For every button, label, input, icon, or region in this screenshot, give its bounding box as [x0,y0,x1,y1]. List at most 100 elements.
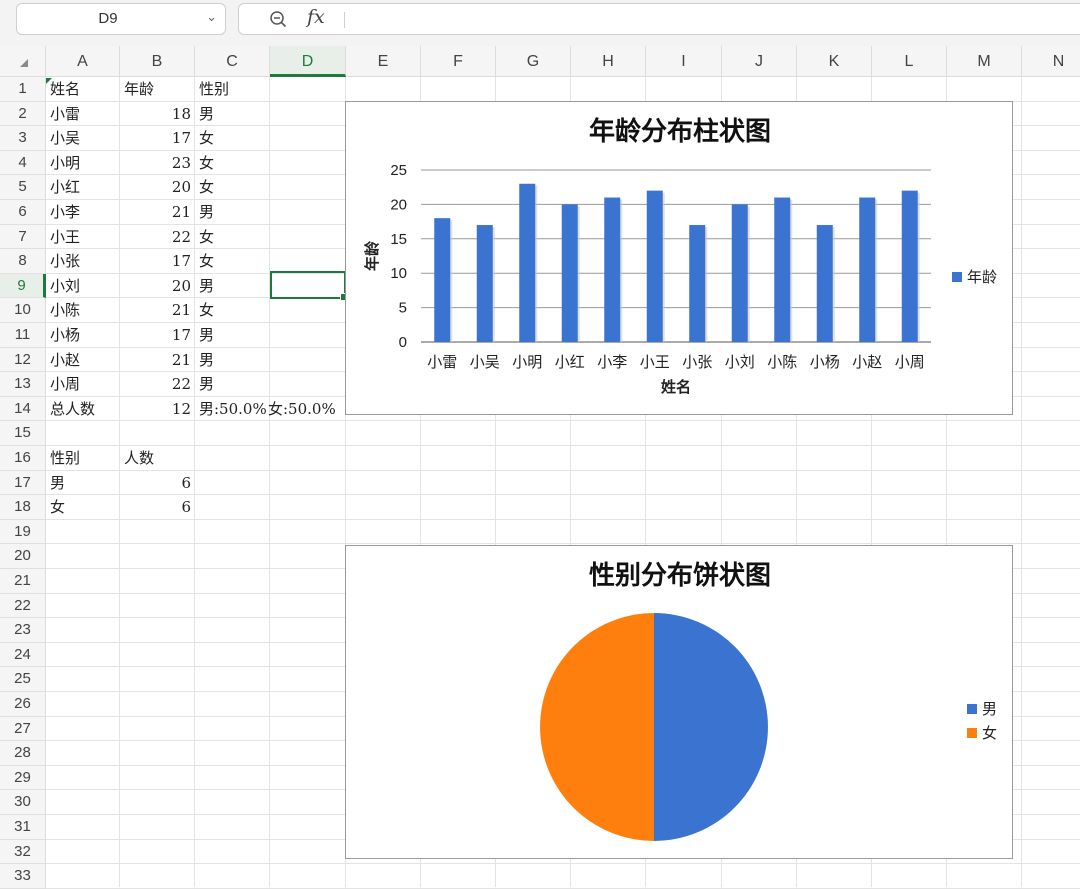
row-header-33[interactable]: 33 [0,864,46,889]
age-cell[interactable]: 22 [120,225,191,249]
row-header-22[interactable]: 22 [0,593,46,619]
age-cell[interactable]: 20 [120,274,191,298]
formula-input[interactable] [353,10,1057,32]
gender-cell[interactable]: 男 [199,372,214,396]
age-cell[interactable]: 23 [120,151,191,175]
bar[interactable] [604,197,621,342]
row-header-25[interactable]: 25 [0,667,46,692]
row-header-28[interactable]: 28 [0,741,46,766]
gender-cell[interactable]: 男 [199,200,214,224]
age-cell[interactable]: 18 [120,102,191,126]
name-cell[interactable]: 小吴 [50,126,80,150]
row-header-23[interactable]: 23 [0,618,46,643]
name-cell[interactable]: 小周 [50,372,80,396]
header-cell-name[interactable]: 姓名 [50,77,80,101]
summary-gender-cell[interactable]: 女 [50,495,65,519]
gender-cell[interactable]: 女 [199,249,214,273]
row-header-7[interactable]: 7 [0,224,46,250]
header-cell-age[interactable]: 年龄 [124,77,154,101]
row-header-1[interactable]: 1 [0,77,46,102]
row-header-26[interactable]: 26 [0,692,46,717]
column-header-b[interactable]: B [120,46,195,77]
row-header-21[interactable]: 21 [0,569,46,594]
male-percent-cell[interactable]: 男:50.0% [199,397,267,421]
row-header-5[interactable]: 5 [0,175,46,200]
header-cell-gender[interactable]: 性别 [199,77,229,101]
total-count-cell[interactable]: 12 [120,397,191,421]
pie-slice[interactable] [654,613,768,841]
row-header-17[interactable]: 17 [0,470,46,496]
age-cell[interactable]: 22 [120,372,191,396]
summary-count-cell[interactable]: 6 [120,495,191,519]
row-header-11[interactable]: 11 [0,323,46,348]
name-cell[interactable]: 小杨 [50,323,80,347]
row-header-10[interactable]: 10 [0,298,46,323]
row-header-6[interactable]: 6 [0,200,46,225]
gender-cell[interactable]: 男 [199,102,214,126]
column-header-j[interactable]: J [722,46,797,77]
gender-cell[interactable]: 女 [199,225,214,249]
total-label-cell[interactable]: 总人数 [50,397,95,421]
pie-slice[interactable] [540,613,654,841]
row-header-29[interactable]: 29 [0,765,46,791]
row-header-3[interactable]: 3 [0,126,46,151]
row-header-16[interactable]: 16 [0,446,46,471]
column-header-e[interactable]: E [346,46,421,77]
row-header-19[interactable]: 19 [0,519,46,545]
column-header-l[interactable]: L [872,46,947,77]
name-cell[interactable]: 小陈 [50,298,80,322]
column-header-n[interactable]: N [1022,46,1080,77]
gender-cell[interactable]: 女 [199,298,214,322]
gender-cell[interactable]: 女 [199,151,214,175]
gender-pie-chart[interactable]: 性别分布饼状图男女 [345,545,1013,859]
row-header-9[interactable]: 9 [0,273,46,299]
summary-header-gender[interactable]: 性别 [50,446,80,470]
row-header-13[interactable]: 13 [0,372,46,397]
summary-header-count[interactable]: 人数 [124,446,154,470]
name-cell[interactable]: 小刘 [50,274,80,298]
row-header-12[interactable]: 12 [0,347,46,373]
age-cell[interactable]: 17 [120,249,191,273]
gender-cell[interactable]: 男 [199,274,214,298]
bar[interactable] [646,190,663,342]
zoom-out-icon[interactable] [269,10,287,28]
bar[interactable] [774,197,791,342]
age-cell[interactable]: 17 [120,126,191,150]
gender-cell[interactable]: 男 [199,323,214,347]
row-header-30[interactable]: 30 [0,790,46,815]
column-header-h[interactable]: H [571,46,646,77]
row-header-27[interactable]: 27 [0,716,46,742]
select-all-corner[interactable] [0,46,46,77]
name-cell[interactable]: 小明 [50,151,80,175]
row-header-31[interactable]: 31 [0,815,46,840]
bar[interactable] [561,204,578,342]
bar[interactable] [519,183,536,342]
gender-cell[interactable]: 女 [199,126,214,150]
summary-gender-cell[interactable]: 男 [50,471,65,495]
age-cell[interactable]: 21 [120,348,191,372]
bar[interactable] [901,190,918,342]
row-header-15[interactable]: 15 [0,421,46,446]
bar[interactable] [731,204,748,342]
row-header-4[interactable]: 4 [0,150,46,176]
female-percent-cell[interactable]: 女:50.0% [268,397,336,421]
bar[interactable] [689,225,706,342]
row-header-8[interactable]: 8 [0,249,46,274]
name-cell[interactable]: 小赵 [50,348,80,372]
row-header-14[interactable]: 14 [0,396,46,422]
column-header-f[interactable]: F [421,46,496,77]
column-header-g[interactable]: G [496,46,571,77]
age-cell[interactable]: 21 [120,298,191,322]
row-header-2[interactable]: 2 [0,101,46,127]
name-cell[interactable]: 小红 [50,175,80,199]
gender-cell[interactable]: 女 [199,175,214,199]
column-header-c[interactable]: C [195,46,270,77]
row-header-18[interactable]: 18 [0,495,46,520]
column-header-a[interactable]: A [46,46,120,77]
name-cell[interactable]: 小王 [50,225,80,249]
bar[interactable] [476,225,493,342]
name-cell[interactable]: 小李 [50,200,80,224]
age-cell[interactable]: 17 [120,323,191,347]
name-cell[interactable]: 小雷 [50,102,80,126]
gender-cell[interactable]: 男 [199,348,214,372]
